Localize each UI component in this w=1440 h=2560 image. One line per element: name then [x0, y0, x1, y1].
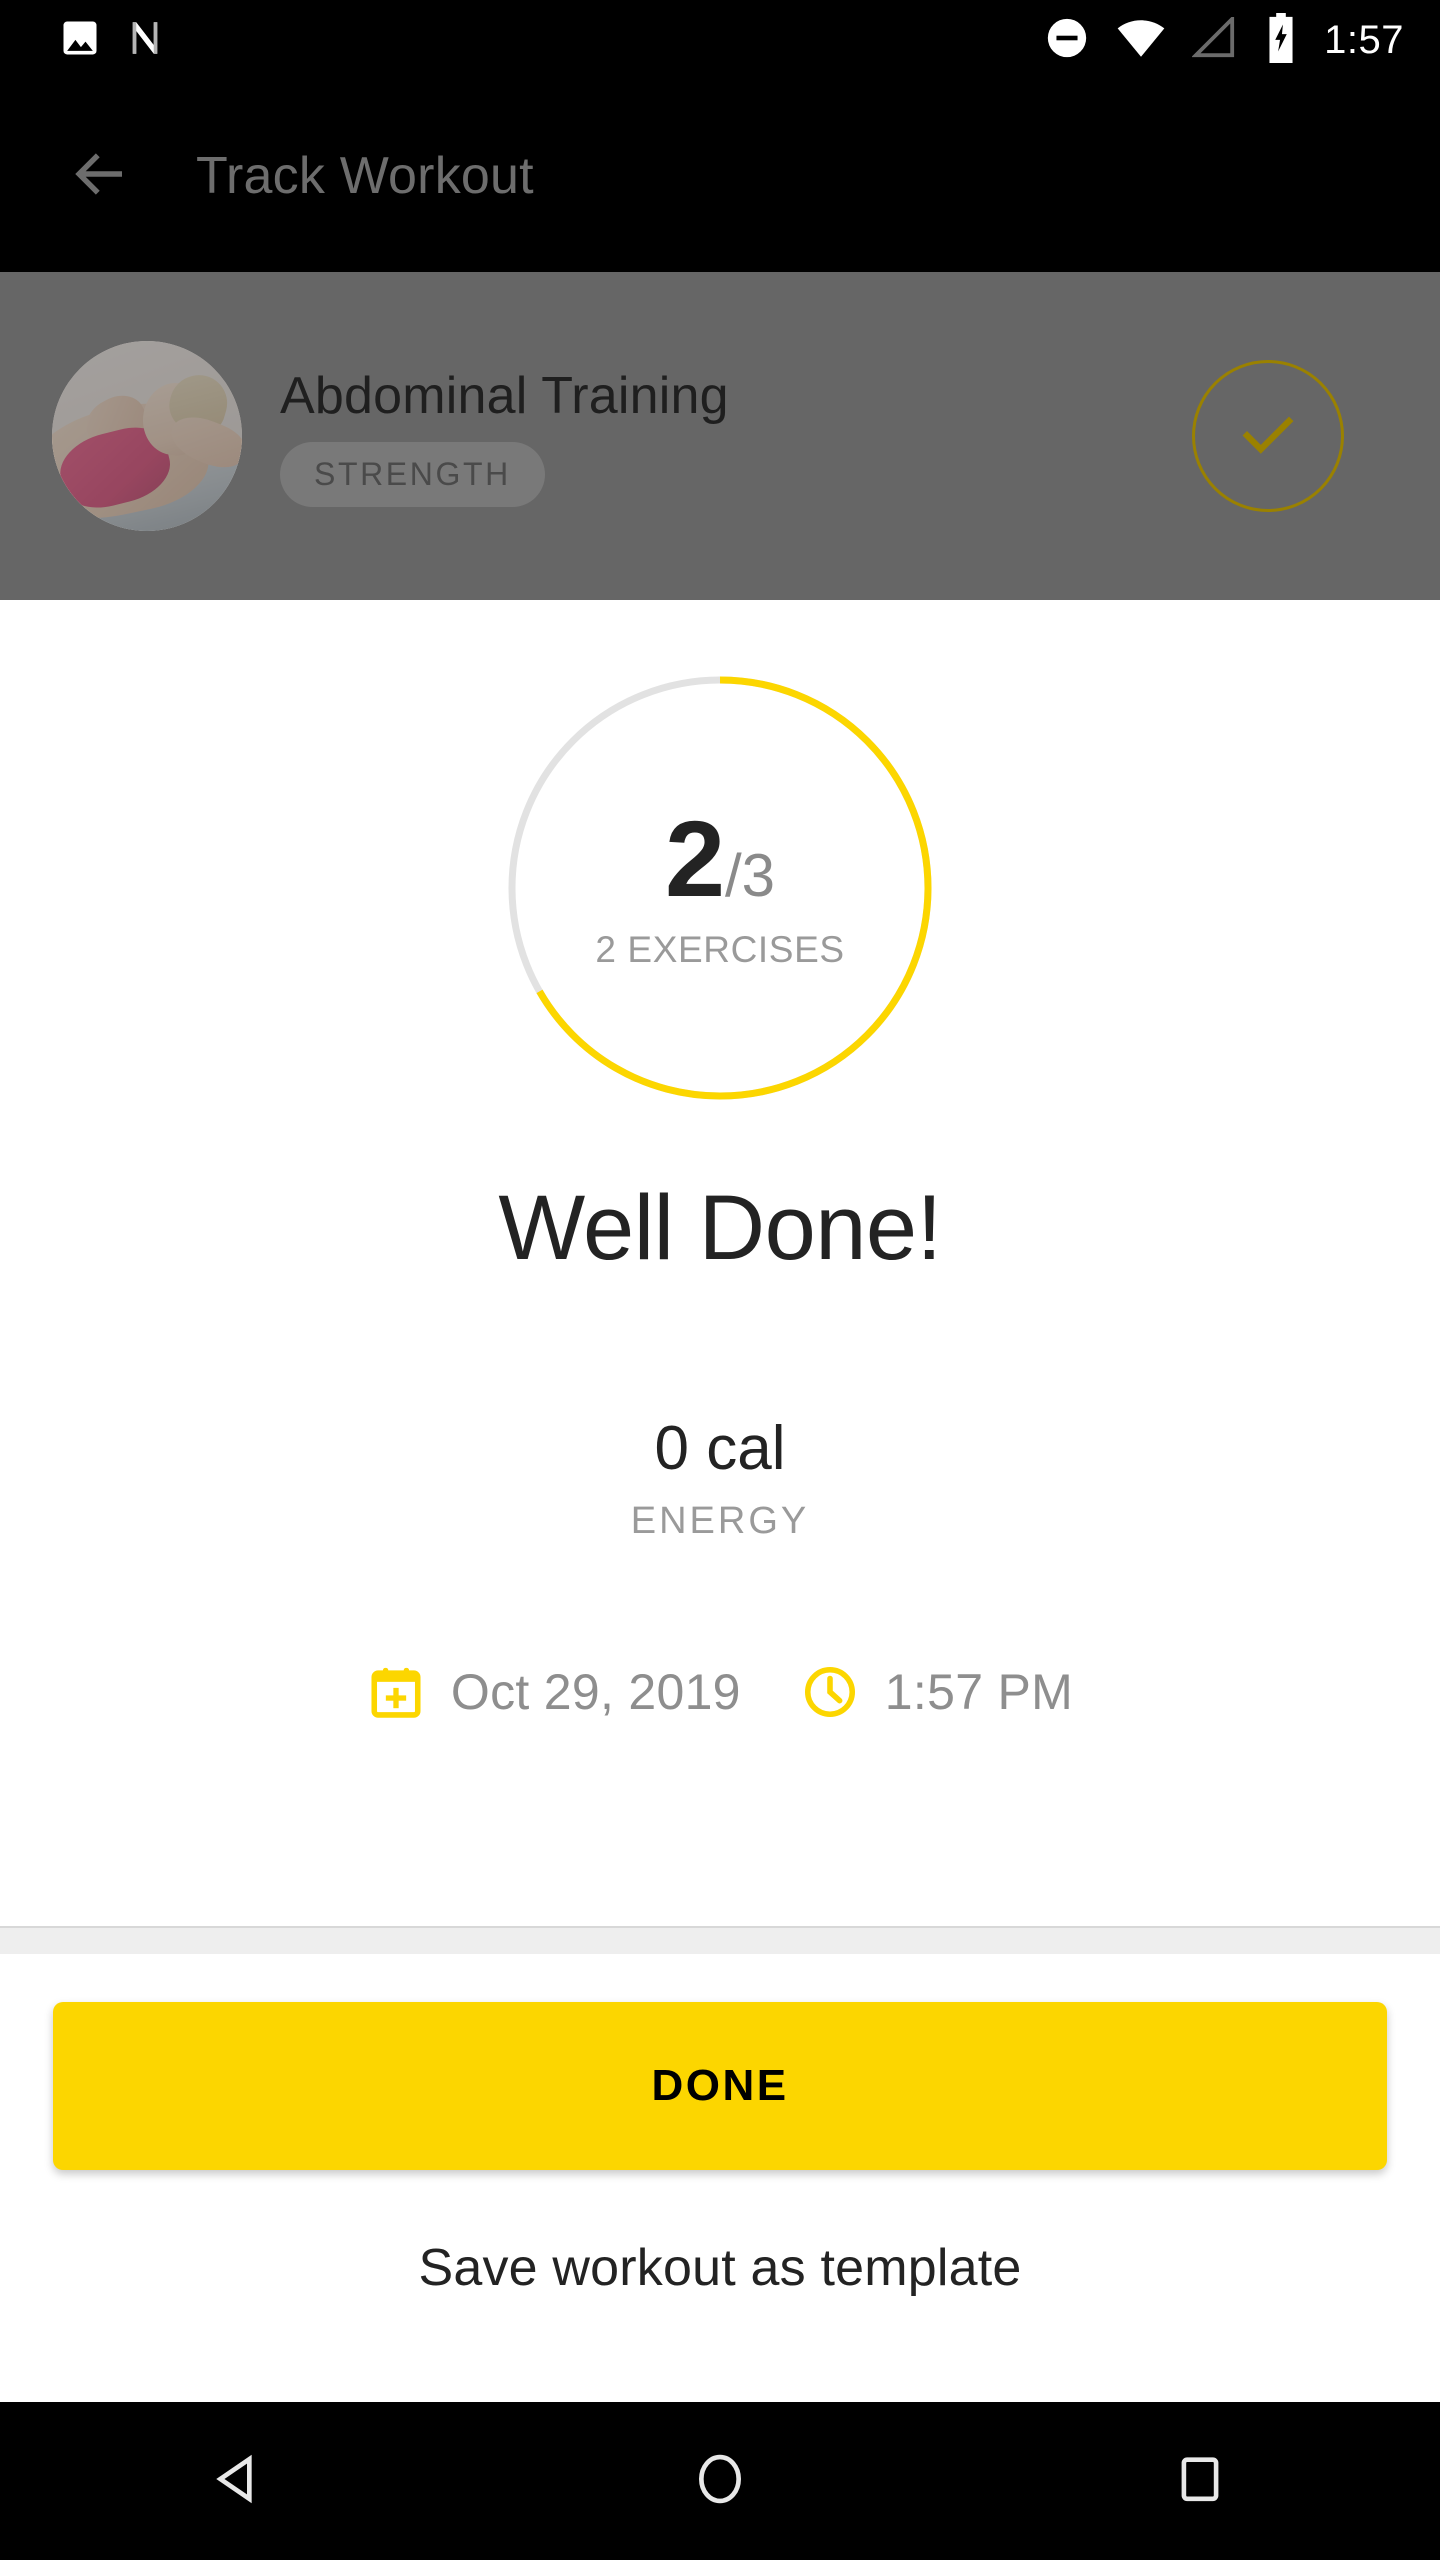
workout-time[interactable]: 1:57 PM	[801, 1663, 1073, 1721]
app-bar: Track Workout	[0, 80, 1440, 272]
do-not-disturb-icon	[1044, 15, 1090, 66]
done-button[interactable]: DONE	[53, 2002, 1387, 2170]
cell-signal-icon	[1191, 13, 1238, 64]
workout-time-text: 1:57 PM	[884, 1664, 1074, 1720]
exercise-progress-ring: 2 /3 2 EXERCISES	[502, 670, 938, 1106]
wifi-icon	[1116, 17, 1166, 64]
check-circle-icon	[1232, 398, 1304, 475]
workout-summary-dialog: 2 /3 2 EXERCISES Well Done! 0 cal ENERGY	[0, 600, 1440, 1926]
workout-header-text: Abdominal Training STRENGTH	[280, 366, 729, 507]
energy-label: ENERGY	[630, 1500, 810, 1542]
status-bar-clock: 1:57	[1324, 17, 1404, 62]
android-navigation-bar	[0, 2402, 1440, 2560]
calendar-plus-icon	[367, 1663, 425, 1721]
app-screen: 1:57 Track Workout Abdominal Training ST…	[0, 0, 1440, 2560]
workout-title: Abdominal Training	[280, 366, 729, 425]
nav-home-button[interactable]	[640, 2402, 800, 2560]
back-arrow-icon	[67, 141, 133, 212]
workout-complete-check-button[interactable]	[1192, 360, 1344, 512]
progress-total-value: /3	[725, 842, 776, 909]
nfc-n-icon	[124, 16, 166, 65]
progress-exercises-label: 2 EXERCISES	[595, 929, 845, 970]
workout-date-text: Oct 29, 2019	[450, 1664, 741, 1720]
back-button[interactable]	[44, 120, 156, 232]
nav-recents-button[interactable]	[1120, 2402, 1280, 2560]
workout-date[interactable]: Oct 29, 2019	[367, 1663, 741, 1721]
progress-current-value: 2	[664, 798, 726, 919]
congratulations-headline: Well Done!	[498, 1177, 942, 1279]
dialog-actions: DONE Save workout as template	[0, 1954, 1440, 2402]
image-icon	[58, 16, 102, 65]
nav-home-circle-icon	[694, 2451, 746, 2512]
workout-photo-avatar	[52, 341, 242, 531]
nav-back-triangle-icon	[212, 2451, 268, 2512]
progress-fraction: 2 /3	[665, 805, 775, 913]
status-bar-notifications	[0, 16, 166, 65]
workout-type-badge: STRENGTH	[280, 441, 545, 507]
save-workout-as-template-link[interactable]: Save workout as template	[418, 2238, 1021, 2298]
status-bar-system-icons: 1:57	[1044, 0, 1404, 80]
workout-header-row: Abdominal Training STRENGTH	[0, 272, 1440, 600]
status-bar: 1:57	[0, 0, 1440, 80]
battery-charging-icon	[1264, 12, 1298, 68]
page-title: Track Workout	[196, 147, 534, 205]
clock-icon	[801, 1663, 859, 1721]
date-time-row: Oct 29, 2019 1:57 PM	[367, 1663, 1073, 1721]
progress-ring-center-labels: 2 /3 2 EXERCISES	[502, 670, 938, 1106]
energy-value: 0 cal	[654, 1414, 786, 1483]
section-divider	[0, 1926, 1440, 1954]
nav-back-button[interactable]	[160, 2402, 320, 2560]
nav-recents-square-icon	[1177, 2451, 1223, 2512]
